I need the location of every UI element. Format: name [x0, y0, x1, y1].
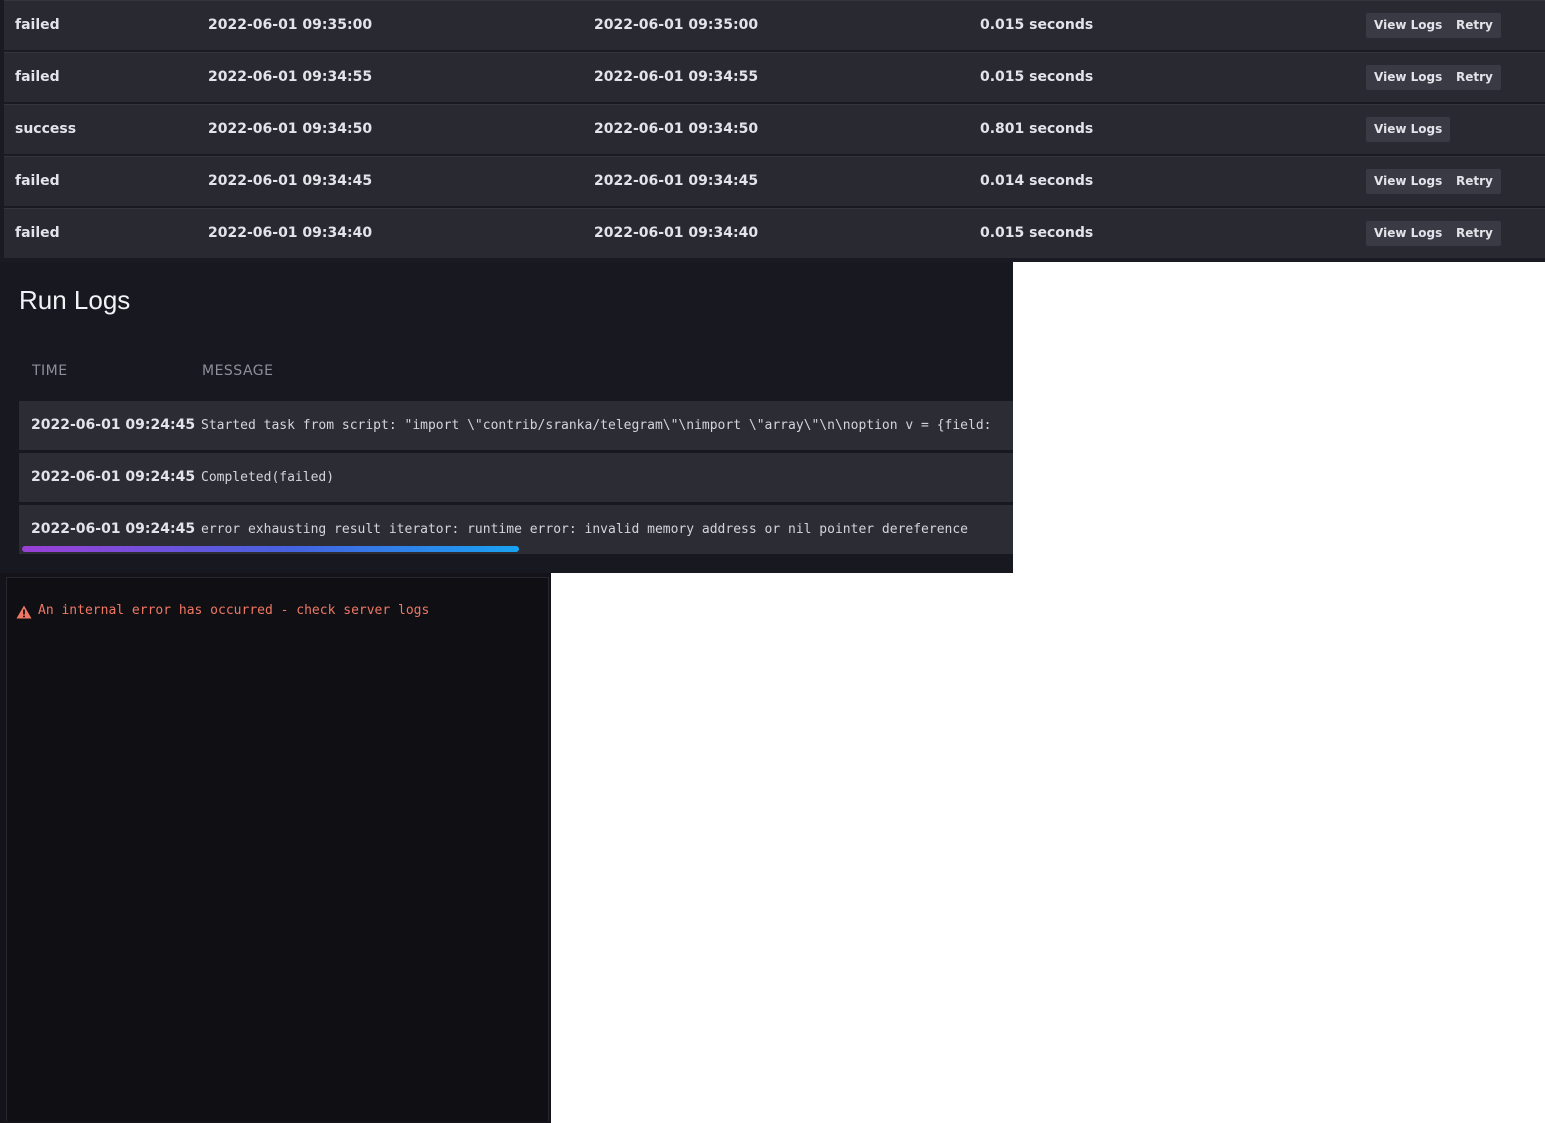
run-finished-at: 2022-06-01 09:35:00: [594, 17, 759, 33]
view-logs-button[interactable]: View Logs: [1366, 169, 1451, 194]
run-duration: 0.015 seconds: [980, 17, 1094, 33]
retry-button[interactable]: Retry: [1448, 13, 1501, 38]
run-started-at: 2022-06-01 09:34:55: [208, 69, 373, 85]
query-error-panel: An internal error has occurred - check s…: [0, 573, 551, 1123]
log-entry: 2022-06-01 09:24:45 Started task from sc…: [19, 401, 1013, 450]
run-finished-at: 2022-06-01 09:34:45: [594, 173, 759, 189]
error-output: An internal error has occurred - check s…: [6, 577, 549, 1121]
view-logs-button[interactable]: View Logs: [1366, 65, 1451, 90]
retry-button[interactable]: Retry: [1448, 169, 1501, 194]
run-status: success: [15, 121, 77, 137]
run-duration: 0.015 seconds: [980, 69, 1094, 85]
error-message: An internal error has occurred - check s…: [38, 603, 430, 618]
run-logs-panel: Run Logs TIME MESSAGE 2022-06-01 09:24:4…: [0, 262, 1013, 573]
run-started-at: 2022-06-01 09:35:00: [208, 17, 373, 33]
retry-button[interactable]: Retry: [1448, 65, 1501, 90]
horizontal-scrollbar[interactable]: [22, 546, 519, 552]
run-status: failed: [15, 17, 60, 33]
table-row: failed 2022-06-01 09:34:55 2022-06-01 09…: [4, 52, 1545, 102]
table-row: success 2022-06-01 09:34:50 2022-06-01 0…: [4, 104, 1545, 154]
log-time: 2022-06-01 09:24:45: [31, 417, 196, 433]
column-header-time: TIME: [32, 363, 68, 379]
column-header-message: MESSAGE: [202, 363, 274, 379]
warning-icon: [16, 605, 32, 619]
task-runs-table: failed 2022-06-01 09:35:00 2022-06-01 09…: [0, 0, 1545, 262]
log-entry: 2022-06-01 09:24:45 Completed(failed): [19, 453, 1013, 502]
run-finished-at: 2022-06-01 09:34:50: [594, 121, 759, 137]
table-row: failed 2022-06-01 09:34:40 2022-06-01 09…: [4, 208, 1545, 258]
run-finished-at: 2022-06-01 09:34:55: [594, 69, 759, 85]
view-logs-button[interactable]: View Logs: [1366, 13, 1451, 38]
table-row: failed 2022-06-01 09:34:45 2022-06-01 09…: [4, 156, 1545, 206]
view-logs-button[interactable]: View Logs: [1366, 221, 1451, 246]
log-time: 2022-06-01 09:24:45: [31, 469, 196, 485]
run-started-at: 2022-06-01 09:34:45: [208, 173, 373, 189]
log-message: Started task from script: "import \"cont…: [201, 418, 992, 433]
run-started-at: 2022-06-01 09:34:50: [208, 121, 373, 137]
run-status: failed: [15, 69, 60, 85]
run-duration: 0.801 seconds: [980, 121, 1094, 137]
run-started-at: 2022-06-01 09:34:40: [208, 225, 373, 241]
log-message: Completed(failed): [201, 470, 335, 485]
run-duration: 0.014 seconds: [980, 173, 1094, 189]
retry-button[interactable]: Retry: [1448, 221, 1501, 246]
view-logs-button[interactable]: View Logs: [1366, 117, 1451, 142]
table-row: failed 2022-06-01 09:35:00 2022-06-01 09…: [4, 0, 1545, 50]
run-status: failed: [15, 225, 60, 241]
run-logs-title: Run Logs: [19, 285, 131, 315]
run-duration: 0.015 seconds: [980, 225, 1094, 241]
run-status: failed: [15, 173, 60, 189]
run-finished-at: 2022-06-01 09:34:40: [594, 225, 759, 241]
